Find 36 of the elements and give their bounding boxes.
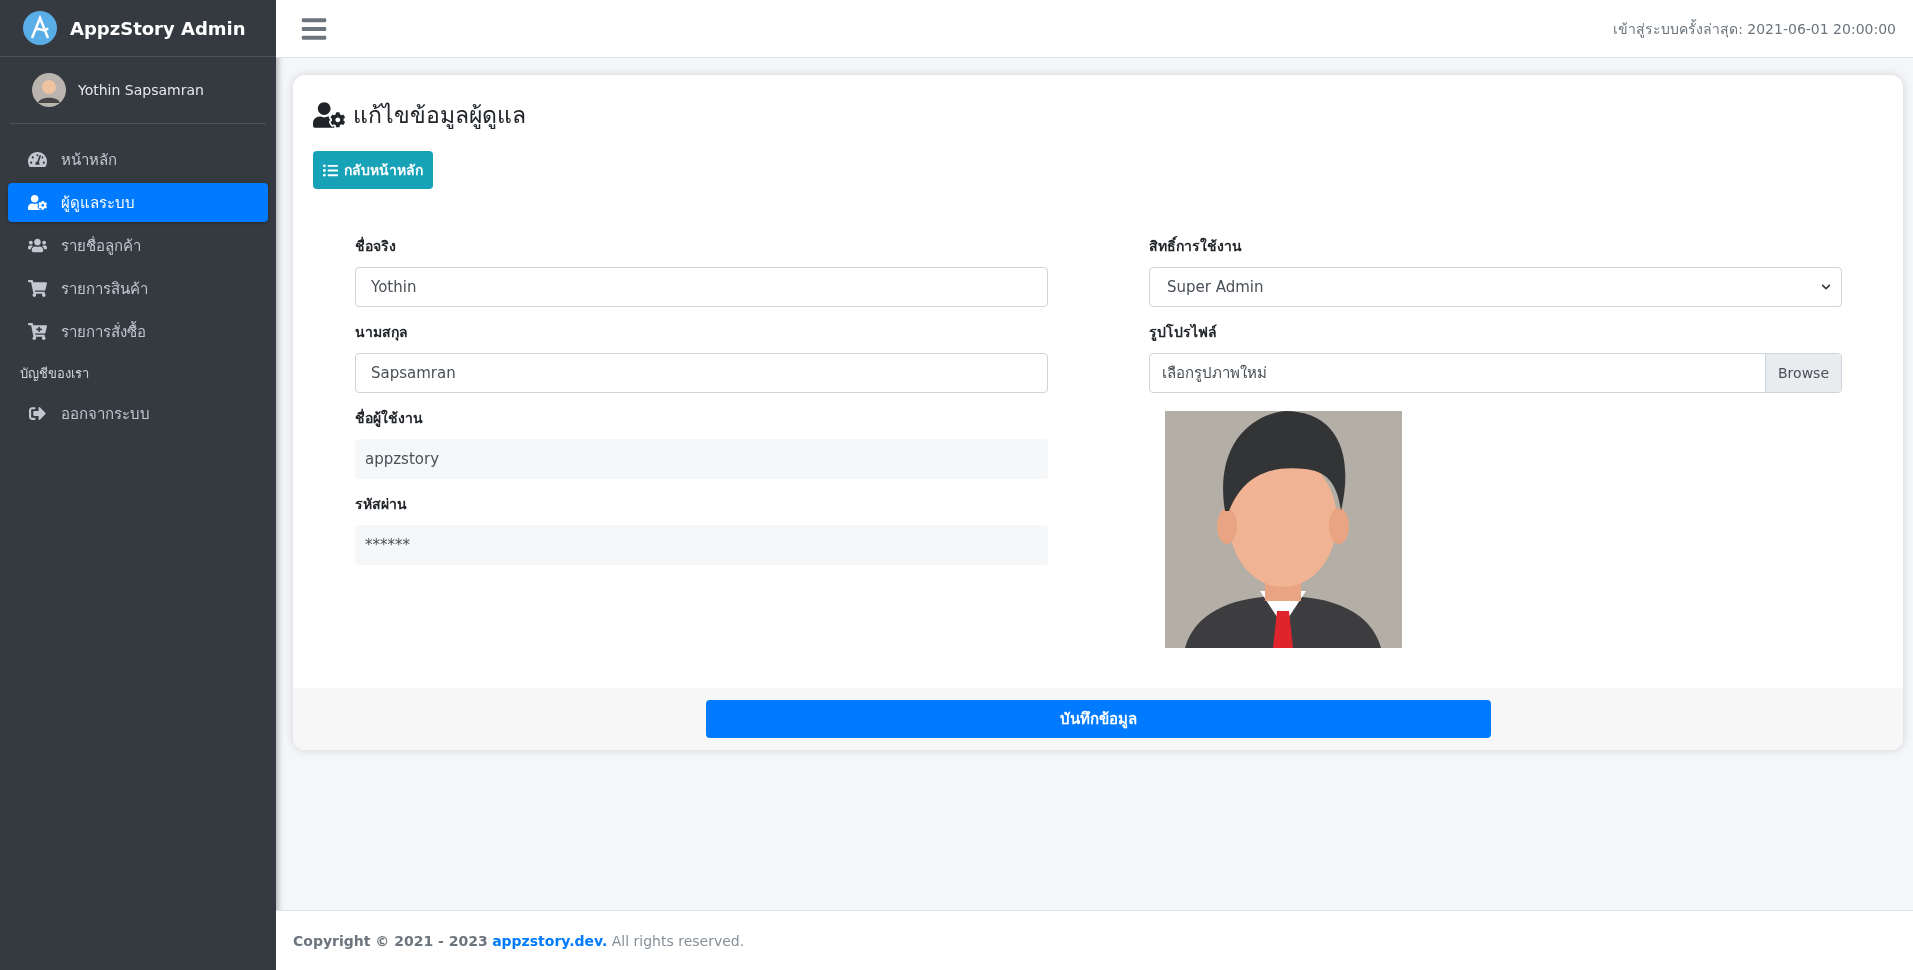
nav-section-header: บัญชีของเรา [19, 365, 90, 383]
chevron-down-icon [1821, 282, 1831, 292]
text-field[interactable]: Sapsamran [355, 353, 1048, 393]
nav-item[interactable]: รายการสั่งซื้อ [8, 312, 268, 351]
field-label: ชื่อผู้ใช้งาน [355, 407, 424, 429]
brand-name: AppzStory Admin [70, 17, 246, 39]
gauge-icon [28, 151, 47, 168]
browse-button[interactable]: Browse [1765, 354, 1841, 392]
nav-item[interactable]: หน้าหลัก [8, 140, 268, 179]
field-label: นามสกุล [355, 323, 409, 343]
user-gear-icon [313, 102, 345, 128]
nav-item[interactable]: รายการสินค้า [8, 269, 268, 308]
field-label: รูปโปรไฟล์ [1149, 322, 1218, 343]
last-login-text: เข้าสู่ระบบครั้งล่าสุด: 2021-06-01 20:00:00 [1613, 18, 1896, 40]
logo-icon [22, 10, 58, 46]
page-title: แก้ไขข้อมูลผู้ดูแล [353, 101, 526, 131]
role-select[interactable]: Super Admin [1149, 267, 1842, 307]
cart-icon [28, 280, 47, 297]
file-field[interactable]: เลือกรูปภาพใหม่ Browse [1149, 353, 1842, 393]
field-label: ชื่อจริง [355, 235, 397, 256]
list-icon [323, 162, 338, 178]
field-label: สิทธิ์การใช้งาน [1149, 235, 1243, 256]
nav-item[interactable]: รายชื่อลูกค้า [8, 226, 268, 265]
nav-item[interactable]: ออกจากระบบ [8, 394, 268, 433]
text-field[interactable]: Yothin [355, 267, 1048, 307]
save-button[interactable]: บันทึกข้อมูล [705, 700, 1491, 738]
nav-item[interactable]: ผู้ดูแลระบบ [8, 183, 268, 222]
user-name: Yothin Sapsamran [78, 82, 204, 98]
users-icon [28, 237, 47, 254]
field-label: รหัสผ่าน [355, 495, 408, 514]
cart-plus-icon [28, 323, 47, 340]
sign-out-icon [28, 405, 47, 422]
copyright-text: Copyright © 2021 - 2023 appzstory.dev. All rights reserved. [293, 932, 745, 949]
user-gear-icon [28, 194, 47, 211]
avatar-icon [32, 73, 66, 107]
site-link[interactable]: appzstory.dev. [492, 932, 608, 949]
